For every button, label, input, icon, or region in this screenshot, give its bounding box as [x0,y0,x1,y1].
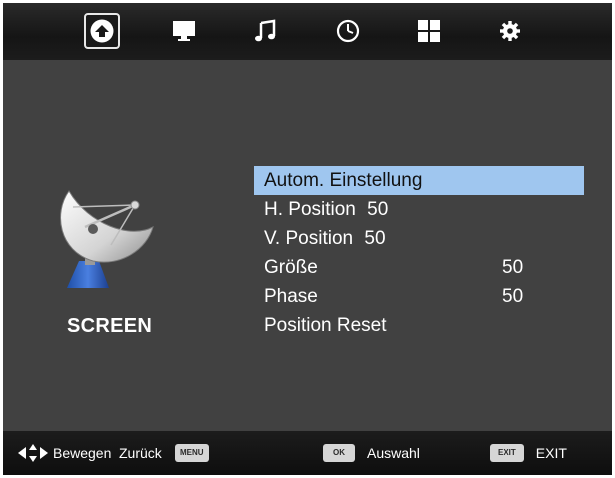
menu-item-label: Autom. Einstellung [264,170,423,191]
settings-menu: Autom. Einstellung H. Position 50 V. Pos… [254,166,584,340]
menu-item-value: 50 [502,257,524,278]
tab-setup[interactable] [412,14,446,48]
menu-item-v-position[interactable]: V. Position 50 [254,224,584,253]
ok-hint[interactable]: OK Auswahl [323,431,420,475]
menu-item-value: 50 [367,199,389,220]
music-note-icon [255,19,276,42]
monitor-icon [173,21,195,41]
tab-time[interactable] [331,14,365,48]
top-menu-bar [3,3,612,60]
menu-item-h-position[interactable]: H. Position 50 [254,195,584,224]
arrows-icon [18,444,48,462]
menu-key-label: MENU [175,444,209,462]
back-hint: Zurück [119,431,175,475]
clock-icon [336,19,360,43]
menu-item-phase[interactable]: Phase 50 [254,282,584,311]
menu-item-label: Phase [264,286,318,307]
grid-icon [418,20,440,42]
osd-window: SCREEN Autom. Einstellung H. Position 50… [3,3,612,475]
menu-item-value: 50 [364,228,386,249]
menu-item-auto-adjust[interactable]: Autom. Einstellung [254,166,584,195]
exit-key-label: EXIT [490,444,524,462]
tab-source[interactable] [84,13,120,49]
satellite-dish-icon [60,190,154,288]
exit-hint[interactable]: EXIT EXIT [490,431,567,475]
tab-settings[interactable] [493,14,527,48]
satellite-tab-icon [90,19,114,43]
menu-item-value: 50 [502,286,524,307]
menu-item-size[interactable]: Größe 50 [254,253,584,282]
menu-item-label: V. Position [264,228,354,249]
ok-key-label: OK [323,444,355,462]
select-label: Auswahl [367,445,420,461]
move-label: Bewegen [53,445,112,461]
tab-sound[interactable] [248,14,282,48]
exit-label: EXIT [535,445,567,461]
tab-screen[interactable] [167,14,201,48]
gear-icon [500,21,520,41]
menu-item-label: H. Position [264,199,356,220]
move-hint: Bewegen [18,431,111,475]
section-title: SCREEN [67,315,153,337]
menu-item-label: Position Reset [264,315,387,336]
menu-item-label: Größe [264,257,318,278]
menu-key[interactable]: MENU [175,431,209,475]
back-label: Zurück [119,445,162,461]
help-bar: Bewegen Zurück MENU OK Auswahl EXIT EXIT [3,431,612,475]
menu-item-position-reset[interactable]: Position Reset [254,311,584,340]
